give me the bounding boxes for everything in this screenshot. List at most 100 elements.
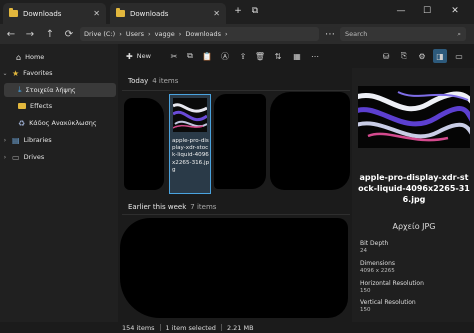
group-header-today[interactable]: Today 4 items	[128, 77, 178, 85]
sidebar-item-effects[interactable]: Effects	[0, 99, 118, 113]
group-count: 7 items	[190, 203, 217, 211]
new-tab-button[interactable]: +	[229, 4, 247, 18]
tab-label: Downloads	[130, 9, 169, 18]
share-icon[interactable]: ⇪	[236, 49, 250, 63]
sidebar-item-label: Favorites	[23, 69, 53, 77]
network-icon[interactable]: ⚙	[415, 49, 429, 63]
chevron-down-icon[interactable]: ⌄	[2, 70, 8, 77]
breadcrumb-edit-icon[interactable]: ⋯	[322, 26, 338, 42]
breadcrumb-drive[interactable]: Drive (C:)	[84, 30, 115, 38]
preview-image	[358, 86, 470, 148]
chevron-right-icon[interactable]: ›	[2, 154, 8, 161]
tab-overview-button[interactable]: ⧉	[246, 4, 264, 18]
divider	[122, 90, 350, 91]
details-file-name: apple-pro-display-xdr-stock-liquid-4096x…	[358, 173, 470, 204]
redacted-file	[214, 94, 266, 189]
status-bar: 154 items 1 item selected 2.21 MB	[0, 322, 474, 333]
tab-downloads-1[interactable]: Downloads ✕	[3, 3, 106, 24]
plus-icon: ✚	[126, 51, 133, 61]
folder-icon	[116, 8, 125, 17]
file-item-selected[interactable]: apple-pro-display-xdr-stock-liquid-4096x…	[169, 94, 211, 194]
search-icon: ⌕	[457, 29, 461, 38]
link-icon[interactable]: ⎘	[397, 49, 411, 63]
thumbnail-image	[173, 98, 207, 132]
sidebar-item-label: Home	[25, 53, 45, 61]
folder-icon	[9, 8, 18, 17]
refresh-button[interactable]: ⟳	[61, 26, 77, 42]
sidebar-item-recycle-bin[interactable]: ♻ Κάδος Ανακύκλωσης	[0, 116, 118, 130]
tab-downloads-2[interactable]: Downloads ✕	[110, 3, 226, 24]
breadcrumb[interactable]: Drive (C:) › Users › vagge › Downloads ›	[80, 27, 319, 41]
breadcrumb-users[interactable]: Users	[126, 30, 144, 38]
sidebar-item-label: Effects	[30, 102, 53, 110]
prop-value: 24	[360, 248, 367, 254]
paste-icon[interactable]: 📋	[200, 49, 214, 63]
sidebar-item-home[interactable]: ⌂ Home	[0, 50, 118, 64]
redacted-file	[124, 98, 164, 190]
status-size: 2.21 MB	[226, 323, 254, 332]
sidebar-item-label: Στοιχεία λήψης	[25, 86, 76, 94]
status-item-count: 154 items	[122, 323, 155, 332]
group-count: 4 items	[152, 77, 179, 85]
status-selection: 1 item selected	[165, 323, 216, 332]
sidebar-item-label: Drives	[23, 153, 45, 161]
new-label: New	[136, 52, 151, 60]
sidebar-item-label: Κάδος Ανακύκλωσης	[29, 119, 97, 127]
redacted-files	[120, 218, 348, 318]
group-title: Today	[128, 77, 149, 85]
breadcrumb-user[interactable]: vagge	[155, 30, 175, 38]
group-header-earlier[interactable]: Earlier this week 7 items	[128, 203, 216, 211]
close-window-button[interactable]: ✕	[446, 4, 464, 18]
search-input[interactable]: Search ⌕	[340, 27, 466, 41]
breadcrumb-downloads[interactable]: Downloads	[185, 30, 221, 38]
close-tab-icon[interactable]: ✕	[213, 9, 220, 18]
chevron-right-icon[interactable]: ›	[2, 137, 8, 144]
copy-icon[interactable]: ⧉	[183, 49, 197, 63]
chevron-right-icon: ›	[148, 30, 151, 38]
sidebar-item-downloads[interactable]: ⤓ Στοιχεία λήψης	[4, 83, 116, 97]
prop-label: Dimensions	[360, 260, 396, 267]
cut-icon[interactable]: ✂	[167, 49, 181, 63]
delete-icon[interactable]: 🗑	[253, 49, 267, 63]
search-placeholder: Search	[345, 30, 368, 38]
prop-value: 4096 x 2265	[360, 268, 395, 274]
redacted-file	[270, 92, 350, 190]
drive-icon[interactable]: ⛁	[379, 49, 393, 63]
star-icon: ★	[12, 68, 20, 78]
maximize-button[interactable]: ☐	[418, 4, 436, 18]
prop-value: 150	[360, 307, 371, 313]
prop-value: 150	[360, 288, 371, 294]
library-icon: ▤	[12, 135, 20, 145]
download-icon: ⤓	[18, 85, 22, 94]
chevron-right-icon: ›	[119, 30, 122, 38]
details-file-type: Αρχείο JPG	[392, 222, 436, 231]
preview-pane-icon[interactable]: ▭	[452, 49, 466, 63]
drive-icon: ▭	[12, 152, 20, 162]
up-button[interactable]: ↑	[42, 26, 58, 42]
home-icon: ⌂	[16, 52, 22, 62]
prop-label: Bit Depth	[360, 240, 389, 247]
new-button[interactable]: ✚ New	[126, 49, 151, 63]
sidebar-item-label: Libraries	[23, 136, 52, 144]
rename-icon[interactable]: Ⓐ	[218, 49, 232, 63]
prop-label: Vertical Resolution	[360, 299, 416, 306]
back-button[interactable]: ←	[3, 26, 19, 42]
more-icon[interactable]: ⋯	[308, 49, 322, 63]
recycle-bin-icon: ♻	[18, 118, 26, 128]
tab-label: Downloads	[23, 9, 62, 18]
sidebar-item-drives[interactable]: › ▭ Drives	[0, 150, 118, 164]
folder-icon	[18, 103, 26, 109]
group-title: Earlier this week	[128, 203, 187, 211]
chevron-right-icon: ›	[178, 30, 182, 38]
sidebar-item-libraries[interactable]: › ▤ Libraries	[0, 133, 118, 147]
chevron-right-icon: ›	[225, 30, 228, 38]
close-tab-icon[interactable]: ✕	[93, 9, 100, 18]
sidebar-item-favorites[interactable]: ⌄ ★ Favorites	[0, 66, 118, 80]
prop-label: Horizontal Resolution	[360, 280, 424, 287]
sort-icon[interactable]: ⇅	[271, 49, 285, 63]
forward-button[interactable]: →	[22, 26, 38, 42]
minimize-button[interactable]: —	[392, 4, 410, 18]
view-icon[interactable]: ▦	[290, 49, 304, 63]
details-pane-icon[interactable]: ◨	[433, 49, 447, 63]
file-name: apple-pro-display-xdr-stock-liquid-4096x…	[172, 138, 210, 173]
